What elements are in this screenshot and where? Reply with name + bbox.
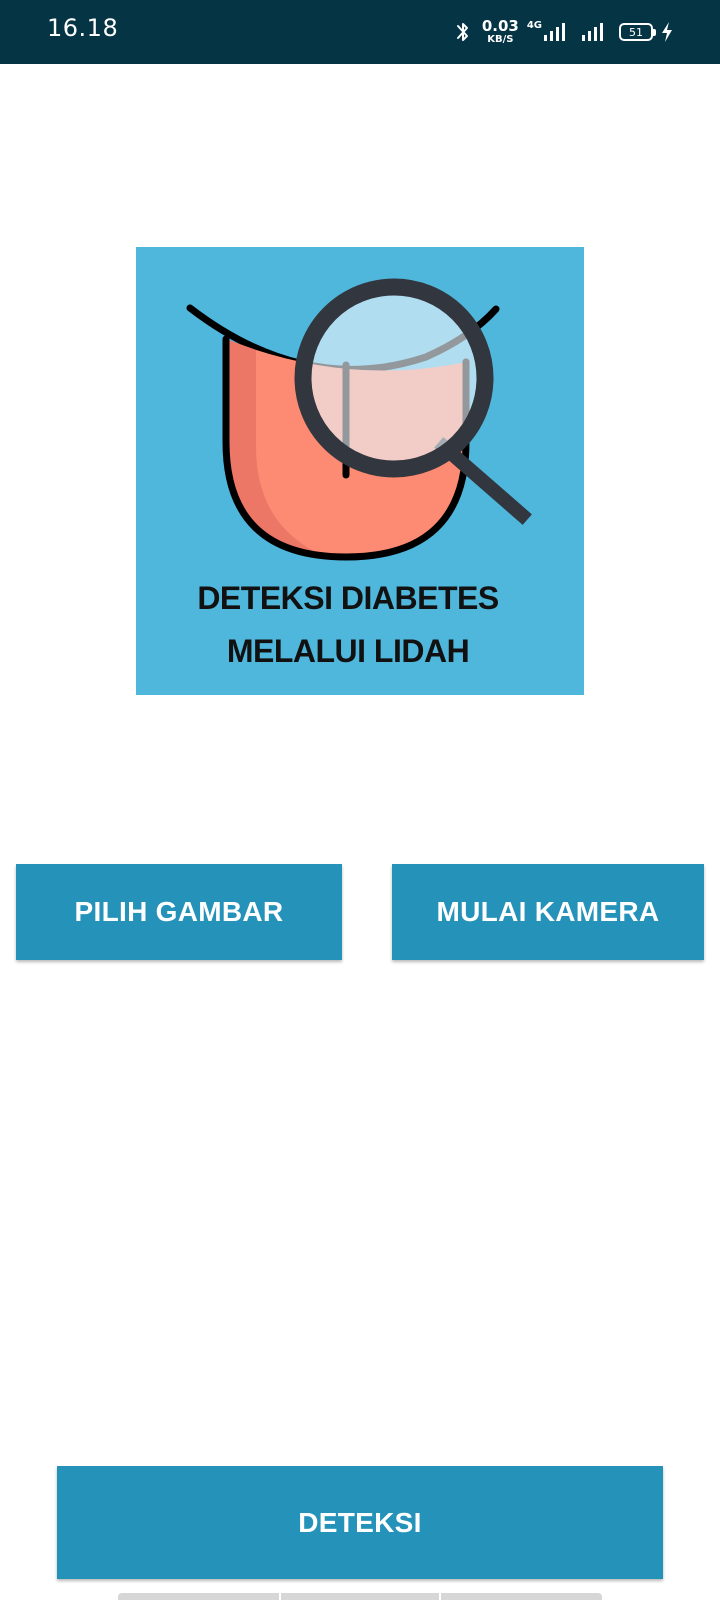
- status-bar: 16.18 0.03 KB/S 4G 51: [0, 0, 720, 64]
- logo-title-line1: DETEKSI DIABETES: [197, 580, 499, 616]
- network-type-label: 4G: [526, 20, 542, 31]
- mobile-signal-icon: [544, 23, 565, 41]
- app-logo: DETEKSI DIABETES MELALUI LIDAH: [136, 247, 584, 695]
- logo-title-line2: MELALUI LIDAH: [226, 633, 470, 669]
- navigation-gesture-bar[interactable]: [118, 1593, 602, 1600]
- nav-bar-divider: [439, 1593, 441, 1600]
- pick-image-button[interactable]: PILIH GAMBAR: [16, 864, 342, 960]
- logo-illustration: [186, 278, 532, 561]
- status-time: 16.18: [47, 14, 119, 42]
- detect-button[interactable]: DETEKSI: [57, 1466, 663, 1579]
- status-icons: 0.03 KB/S 4G 51: [454, 18, 674, 46]
- nav-bar-divider: [279, 1593, 281, 1600]
- network-speed: 0.03 KB/S: [482, 19, 519, 45]
- battery-level: 51: [629, 25, 643, 39]
- signal-icon: [582, 23, 603, 41]
- bluetooth-icon: [456, 23, 468, 41]
- battery-icon: 51: [619, 23, 656, 41]
- network-speed-unit: KB/S: [487, 34, 514, 45]
- charging-icon: [662, 22, 672, 42]
- start-camera-button[interactable]: MULAI KAMERA: [392, 864, 704, 960]
- network-speed-value: 0.03: [481, 17, 519, 35]
